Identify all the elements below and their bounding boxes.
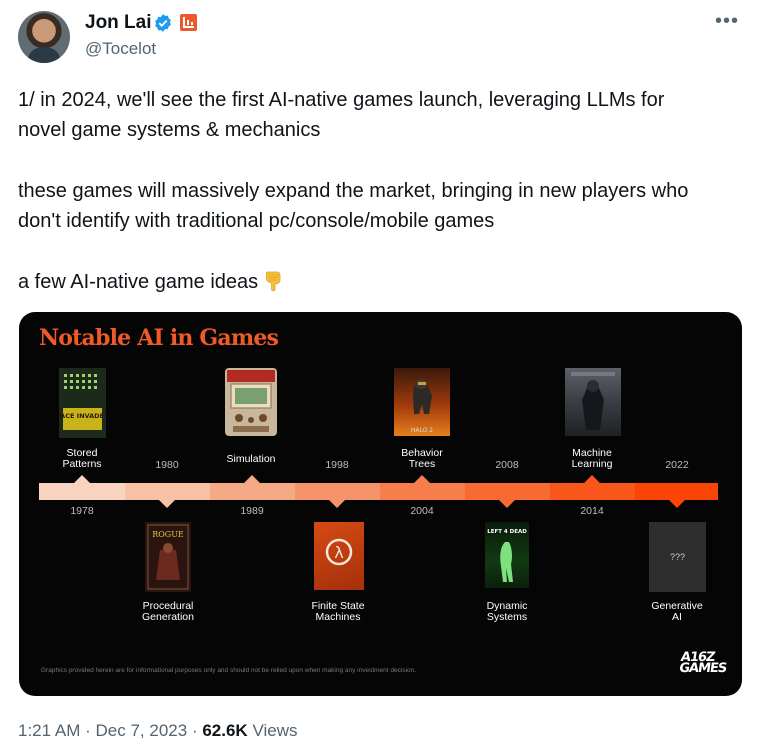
- timeline-label: Behavior Trees: [401, 447, 443, 470]
- a16z-games-logo: A16Z GAMES: [678, 650, 728, 676]
- timeline-pointer: [329, 500, 345, 508]
- year-label: 1998: [325, 459, 349, 471]
- thumb-text: ???: [669, 552, 686, 562]
- thumb-text: HALO 2: [411, 427, 433, 434]
- tweet-text: 1/ in 2024, we'll see the first AI-nativ…: [18, 85, 748, 297]
- year-label: 2004: [410, 505, 434, 517]
- svg-text:λ: λ: [334, 543, 343, 562]
- year-label: 2014: [580, 505, 604, 517]
- timeline-label: Dynamic Systems: [486, 600, 528, 623]
- tweet-line: don't identify with traditional pc/conso…: [18, 210, 495, 232]
- year-label: 2008: [495, 459, 519, 471]
- tweet-meta: 1:21 AM · Dec 7, 2023 · 62.6K Views: [18, 721, 298, 740]
- timeline-pointer: [244, 475, 260, 483]
- timeline-pointer: [499, 500, 515, 508]
- pointing-down-emoji-icon: [266, 271, 281, 291]
- space-invaders-thumbnail: SPACE INVADERS: [59, 368, 106, 438]
- timeline-label: Generative AI: [651, 600, 703, 623]
- thumb-text: ROGUE: [152, 530, 184, 539]
- timeline-pointer: [584, 475, 600, 483]
- tweet-line-text: a few AI-native game ideas: [18, 271, 259, 293]
- year-label: 1980: [155, 459, 179, 471]
- timeline-label: Stored Patterns: [62, 447, 102, 470]
- thumb-text: SPACE INVADERS: [59, 412, 106, 420]
- author-name[interactable]: Jon Lai: [85, 12, 152, 34]
- tweet-line: these games will massively expand the ma…: [18, 180, 689, 202]
- rogue-thumbnail: ROGUE: [145, 522, 191, 592]
- tweet-line: novel game systems & mechanics: [18, 119, 321, 141]
- author-handle[interactable]: @Tocelot: [85, 39, 156, 59]
- timeline-label: Machine Learning: [571, 447, 613, 470]
- timeline-bar: [39, 483, 718, 500]
- views-label: Views: [252, 721, 298, 740]
- timeline-label: Finite State Machines: [311, 600, 365, 623]
- tweet-date[interactable]: Dec 7, 2023: [96, 721, 188, 740]
- verified-badge-icon: [155, 14, 171, 32]
- tweet-time[interactable]: 1:21 AM: [18, 721, 80, 740]
- timeline-pointer: [414, 475, 430, 483]
- timeline-pointer: [159, 500, 175, 508]
- left-4-dead-thumbnail: LEFT 4 DEAD: [485, 522, 529, 588]
- timeline-image-card[interactable]: Notable AI in Games SPACE INVADERS HAL: [19, 312, 742, 696]
- generative-ai-thumbnail: ???: [649, 522, 706, 592]
- halo-thumbnail: HALO 2: [394, 368, 450, 436]
- timeline-pointer: [74, 475, 90, 483]
- timeline-label: Simulation: [226, 453, 276, 465]
- tweet-line: 1/ in 2024, we'll see the first AI-nativ…: [18, 89, 665, 111]
- year-label: 1989: [240, 505, 264, 517]
- timeline-pointer: [669, 500, 685, 508]
- avatar[interactable]: [18, 11, 70, 63]
- card-title: Notable AI in Games: [39, 325, 279, 351]
- thumb-text: LEFT 4 DEAD: [487, 529, 527, 535]
- tweet-line: a few AI-native game ideas: [18, 267, 748, 297]
- timeline-label: Procedural Generation: [142, 600, 194, 623]
- disclaimer: Graphics provided herein are for informa…: [41, 667, 417, 674]
- year-label: 2022: [665, 459, 689, 471]
- half-life-thumbnail: λ: [314, 522, 364, 590]
- year-label: 1978: [70, 505, 94, 517]
- simulation-thumbnail: [225, 368, 277, 436]
- views-count: 62.6K: [202, 721, 248, 740]
- affiliation-badge-icon[interactable]: [180, 14, 197, 31]
- more-options-icon[interactable]: •••: [715, 10, 739, 33]
- middle-earth-thumbnail: [565, 368, 621, 436]
